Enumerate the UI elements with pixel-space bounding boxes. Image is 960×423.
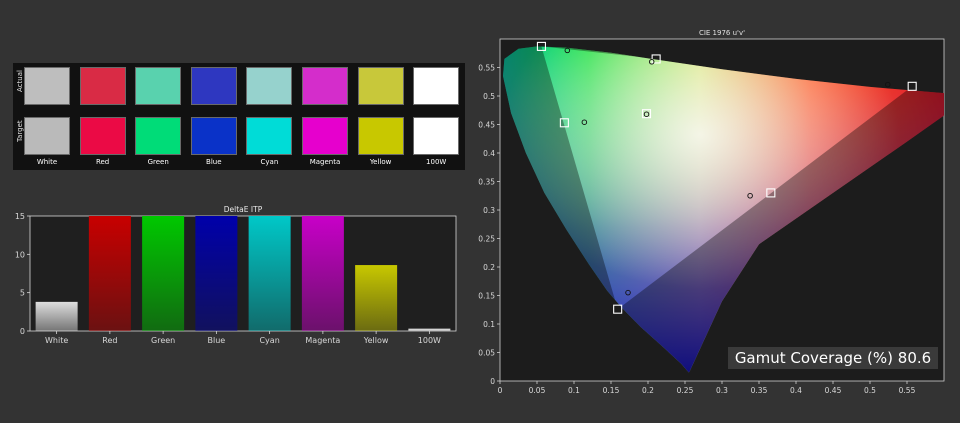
bar-y-tick-label: 10 xyxy=(15,250,25,259)
swatch-row-label: Actual xyxy=(16,70,24,92)
swatch-actual xyxy=(246,67,293,105)
gamut-coverage-box: Gamut Coverage (%) 80.6 xyxy=(728,347,938,369)
bar-x-tick-label: 100W xyxy=(418,336,441,345)
swatch-comparison-panel: Actual Target White Red Green Blue Cyan Magenta… xyxy=(13,63,465,170)
bar-green xyxy=(142,216,185,331)
bar-x-tick-label: Magenta xyxy=(305,336,340,345)
swatch-name: Yellow xyxy=(369,158,392,166)
bar-y-tick-label: 15 xyxy=(15,212,25,221)
bar-cyan xyxy=(248,216,291,331)
cie-y-tick-label: 0.15 xyxy=(478,292,495,301)
swatch-actual xyxy=(302,67,348,105)
bar-red xyxy=(88,216,131,331)
bar-x-tick-label: White xyxy=(45,336,68,345)
cie-y-tick-label: 0 xyxy=(490,377,495,386)
cie-y-tick-label: 0.4 xyxy=(483,149,495,158)
cie-x-tick-label: 0.2 xyxy=(642,386,654,395)
cie-x-tick-label: 0.55 xyxy=(899,386,916,395)
swatch-row-label: Target xyxy=(16,120,24,142)
cie-x-tick-label: 0.25 xyxy=(677,386,694,395)
swatch-target xyxy=(135,117,182,155)
bar-100w xyxy=(408,328,451,331)
bar-y-tick-label: 5 xyxy=(20,289,25,298)
cie-y-tick-label: 0.55 xyxy=(478,64,495,73)
swatch-target xyxy=(302,117,348,155)
swatch-actual xyxy=(135,67,182,105)
bar-chart-title: DeltaE ITP xyxy=(224,205,263,214)
bar-x-tick-label: Yellow xyxy=(363,336,389,345)
swatch-name: Blue xyxy=(206,158,222,166)
cie-y-tick-label: 0.45 xyxy=(478,121,495,130)
cie-x-tick-label: 0.3 xyxy=(716,386,728,395)
bar-x-tick-label: Green xyxy=(151,336,175,345)
cie-y-tick-label: 0.05 xyxy=(478,349,495,358)
cie-x-tick-label: 0.4 xyxy=(790,386,802,395)
cie-x-tick-label: 0.05 xyxy=(529,386,546,395)
cie-1976-chart: CIE 1976 u'v' 0 0.05 0.1 0.15 0.2 0.25 0.3 0.35 0… xyxy=(478,29,945,395)
swatch-name: Red xyxy=(95,158,110,166)
swatch-name: Magenta xyxy=(309,158,341,166)
deltae-itp-chart: DeltaE ITP 0 5 10 15 White Red Green Blue Cyan Mag… xyxy=(15,205,457,345)
cie-x-tick-label: 0 xyxy=(498,386,503,395)
swatch-name: 100W xyxy=(426,158,447,166)
bar-magenta xyxy=(301,216,344,331)
bar-white xyxy=(35,301,78,331)
swatch-target xyxy=(190,117,237,155)
swatch-target xyxy=(357,117,404,155)
cie-x-tick-label: 0.35 xyxy=(751,386,768,395)
swatch-target xyxy=(79,117,126,155)
swatch-name: White xyxy=(36,158,58,166)
cie-y-tick-label: 0.25 xyxy=(478,235,495,244)
swatch-actual xyxy=(190,67,237,105)
gamut-coverage-label: Gamut Coverage (%) xyxy=(734,349,893,367)
gamut-coverage-value: 80.6 xyxy=(897,349,932,367)
bar-y-tick-label: 0 xyxy=(20,327,25,336)
cie-x-tick-label: 0.5 xyxy=(864,386,876,395)
cie-y-tick-label: 0.35 xyxy=(478,178,495,187)
cie-y-tick-label: 0.3 xyxy=(483,206,495,215)
swatch-actual xyxy=(24,67,70,105)
swatch-target xyxy=(24,117,70,155)
cie-x-tick-label: 0.1 xyxy=(568,386,580,395)
cie-y-tick-label: 0.5 xyxy=(483,92,495,101)
cie-x-tick-label: 0.45 xyxy=(825,386,842,395)
swatch-target xyxy=(413,117,460,155)
bar-x-tick-label: Blue xyxy=(208,336,226,345)
cie-x-tick-label: 0.15 xyxy=(603,386,620,395)
bar-x-tick-label: Red xyxy=(102,336,117,345)
bar-yellow xyxy=(355,265,398,331)
swatch-actual xyxy=(413,67,460,105)
bar-x-tick-label: Cyan xyxy=(259,336,279,345)
cie-chart-title: CIE 1976 u'v' xyxy=(699,29,745,37)
swatch-actual xyxy=(79,67,126,105)
swatch-name: Green xyxy=(147,158,169,166)
swatch-actual xyxy=(357,67,404,105)
bar-blue xyxy=(195,216,238,331)
cie-y-tick-label: 0.1 xyxy=(483,320,495,329)
swatch-name: Cyan xyxy=(260,158,279,166)
swatch-target xyxy=(246,117,293,155)
cie-y-tick-label: 0.2 xyxy=(483,263,495,272)
